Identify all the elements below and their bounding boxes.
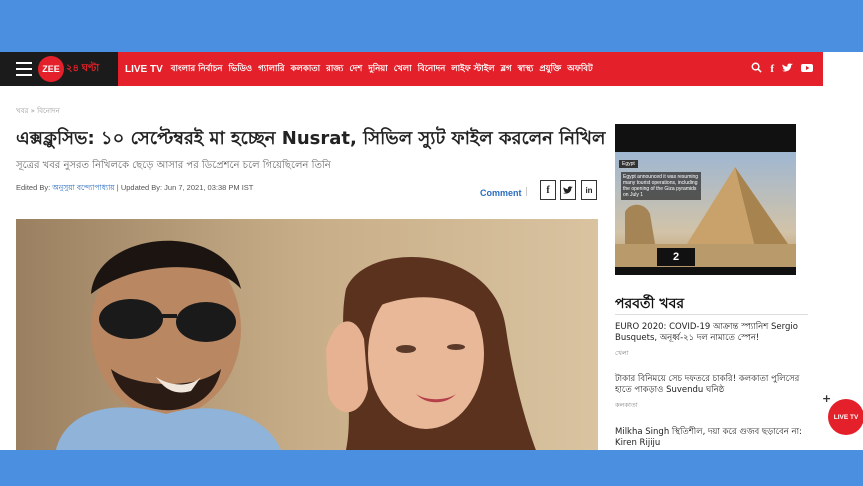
comment-separator: | <box>525 187 529 197</box>
author-link[interactable]: অনুসুয়া বন্দ্যোপাধ্যায় <box>52 183 114 192</box>
ad-slide-number: 2 <box>657 248 695 266</box>
sidebar-ad[interactable]: Egypt Egypt announced it was resuming ma… <box>615 124 796 275</box>
nav-item-election[interactable]: বাংলার নির্বাচন <box>171 62 223 76</box>
nav-item-sports[interactable]: খেলা <box>394 62 412 76</box>
nav-item-world[interactable]: দুনিয়া <box>368 62 387 76</box>
nav-item-gallery[interactable]: গ্যালারি <box>258 62 284 76</box>
sidebar-news-title[interactable]: EURO 2020: COVID-19 আক্রান্ত স্প্যানিশ S… <box>615 322 810 345</box>
sidebar-news-category: খেলা <box>615 348 629 357</box>
search-icon[interactable] <box>751 62 762 76</box>
sidebar-title: পরবর্তী খবর <box>615 296 685 312</box>
logo-mark: ZEE <box>38 56 64 82</box>
web-page: ZEE ২৪ ঘণ্টা LIVE TV বাংলার নির্বাচন ভিড… <box>0 52 863 450</box>
twitter-icon[interactable] <box>782 62 793 76</box>
facebook-share-button[interactable]: f <box>540 180 556 200</box>
linkedin-share-button[interactable]: in <box>581 180 597 200</box>
comment-link[interactable]: Comment <box>480 188 522 198</box>
updated-timestamp: | Updated By: Jun 7, 2021, 03:38 PM IST <box>116 183 254 192</box>
sidebar-news-title[interactable]: Milkha Singh স্থিতিশীল, দয়া করে গুজব ছড… <box>615 427 810 450</box>
nav-item-blog[interactable]: ব্লগ <box>501 62 512 76</box>
sidebar-news-category: কলকাতা <box>615 400 638 409</box>
plus-icon[interactable]: + <box>822 392 831 405</box>
facebook-icon[interactable]: f <box>770 63 774 75</box>
article-subhead: সূত্রের খবর নুসরত নিখিলকে ছেড়ে আসার পর … <box>16 160 331 171</box>
nav-item-video[interactable]: ভিডিও <box>228 62 252 76</box>
nav-item-country[interactable]: দেশ <box>349 62 362 76</box>
edited-by-label: Edited By: <box>16 183 51 192</box>
sidebar-news-title[interactable]: টাকার বিনিময়ে সেচ দফতরে চাকরি! কলকাতা প… <box>615 374 810 397</box>
nav-item-lifestyle[interactable]: লাইফ স্টাইল <box>451 62 494 76</box>
article-hero-image <box>16 219 598 450</box>
sidebar-news-item[interactable]: টাকার বিনিময়ে সেচ দফতরে চাকরি! কলকাতা প… <box>615 374 810 411</box>
nav-item-offbeat[interactable]: অফবিট <box>567 62 592 76</box>
nav-links: LIVE TV বাংলার নির্বাচন ভিডিও গ্যালারি ক… <box>125 52 593 86</box>
youtube-icon[interactable] <box>801 62 813 76</box>
nav-item-kolkata[interactable]: কলকাতা <box>291 62 321 76</box>
nav-item-state[interactable]: রাজ্য <box>326 62 343 76</box>
article-headline: এক্সক্লুসিভ: ১০ সেপ্টেম্বরই মা হচ্ছেন Nu… <box>16 128 606 149</box>
nav-item-live-tv[interactable]: LIVE TV <box>125 64 163 75</box>
logo-text: ২৪ ঘণ্টা <box>66 62 100 74</box>
menu-icon[interactable] <box>16 62 32 76</box>
twitter-share-button[interactable] <box>560 180 576 200</box>
nav-item-health[interactable]: স্বাস্থ্য <box>518 62 534 76</box>
top-nav-bar: ZEE ২৪ ঘণ্টা LIVE TV বাংলার নির্বাচন ভিড… <box>0 52 823 86</box>
article-byline: Edited By: অনুসুয়া বন্দ্যোপাধ্যায় | Up… <box>16 183 253 195</box>
nav-icons: f <box>751 52 813 86</box>
site-logo[interactable]: ZEE ২৪ ঘণ্টা <box>38 56 99 82</box>
ad-image: Egypt Egypt announced it was resuming ma… <box>615 152 796 267</box>
nav-item-entertainment[interactable]: বিনোদন <box>418 62 446 76</box>
nav-brand-area: ZEE ২৪ ঘণ্টা <box>0 52 118 86</box>
sidebar-news-item[interactable]: Milkha Singh স্থিতিশীল, দয়া করে গুজব ছড… <box>615 427 810 450</box>
ad-caption: Egypt announced it was resuming many tou… <box>621 172 701 200</box>
live-tv-floating-button[interactable]: LIVE TV <box>828 399 863 435</box>
sidebar-news-item[interactable]: EURO 2020: COVID-19 আক্রান্ত স্প্যানিশ S… <box>615 322 810 359</box>
breadcrumb[interactable]: খবর » বিনোদন <box>16 105 60 117</box>
sidebar-divider <box>615 314 808 315</box>
ad-label: Egypt <box>619 160 638 168</box>
nav-item-technology[interactable]: প্রযুক্তি <box>539 62 561 76</box>
